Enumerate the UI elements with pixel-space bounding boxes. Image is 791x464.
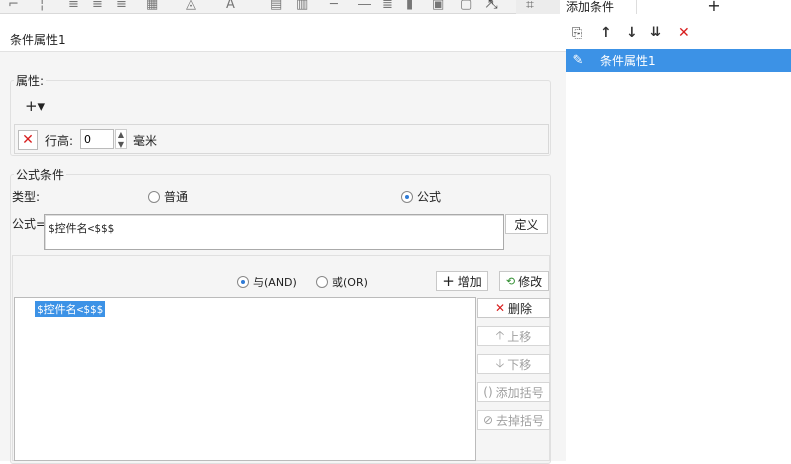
define-button-label: 定义 xyxy=(514,217,539,232)
toolbar-icon[interactable]: ¦ xyxy=(40,0,44,12)
properties-label: 属性: xyxy=(14,72,47,89)
panel-title-text: 条件属性1 xyxy=(10,33,66,47)
arrow-down-icon: 🡣 xyxy=(495,355,505,370)
modify-icon: ⟲ xyxy=(505,274,516,288)
add-dropdown-icon: +▾ xyxy=(24,97,46,115)
move-down-label: 下移 xyxy=(507,357,532,372)
add-bracket-button[interactable]: () 添加括号 xyxy=(477,382,550,402)
modify-condition-label: 修改 xyxy=(518,274,543,289)
conditions-sidebar xyxy=(566,14,791,461)
close-icon: ✕ xyxy=(22,132,34,148)
toolbar-icon[interactable]: ⌐ xyxy=(8,0,19,12)
toolbar-icon[interactable]: ▣ xyxy=(432,0,444,12)
define-button[interactable]: 定义 xyxy=(505,214,548,234)
type-label: 类型: xyxy=(12,190,41,204)
row-height-label: 行高: xyxy=(45,134,74,148)
move-up-label: 上移 xyxy=(507,329,532,344)
radio-normal[interactable]: 普通 xyxy=(148,188,188,205)
radio-or[interactable]: 或(OR) xyxy=(316,274,368,290)
toolbar-icon[interactable]: ▮ xyxy=(406,0,413,12)
font-color-icon[interactable]: A xyxy=(226,0,235,12)
radio-formula-circle xyxy=(401,190,413,203)
row-height-unit: 毫米 xyxy=(133,134,158,148)
grid-icon[interactable]: ⌗ xyxy=(526,0,534,13)
toolbar-icon[interactable]: ▢ xyxy=(460,0,472,12)
radio-formula-label: 公式 xyxy=(417,190,442,204)
radio-and[interactable]: 与(AND) xyxy=(237,274,297,290)
panel-content: 属性: +▾ ✕ 行高: ▲▼ 毫米 公式条件 类型: 普通 公式 公式= $控… xyxy=(0,52,566,464)
expand-icon[interactable]: ⤡ xyxy=(488,0,498,12)
arrow-down-icon[interactable]: ↓ xyxy=(626,25,638,41)
remove-property-button[interactable]: ✕ xyxy=(18,130,38,150)
align-left-icon[interactable]: ≡ xyxy=(68,0,79,12)
close-icon[interactable]: ✕ xyxy=(678,25,690,41)
toolbar-icon[interactable]: ─ xyxy=(330,0,338,12)
remove-bracket-button[interactable]: ⊘ 去掉括号 xyxy=(477,410,550,430)
radio-or-circle xyxy=(316,276,328,288)
condition-list-item-label: 条件属性1 xyxy=(600,54,656,68)
condition-list-item[interactable]: ✎ 条件属性1 xyxy=(566,49,791,72)
formula-label: 公式= xyxy=(12,217,47,231)
toolbar-icon[interactable]: ▦ xyxy=(146,0,158,12)
radio-and-label: 与(AND) xyxy=(253,276,297,289)
toolbar-icon[interactable]: ― xyxy=(358,0,371,12)
close-icon: ✕ xyxy=(494,301,506,315)
panel-title: 条件属性1 xyxy=(0,14,566,52)
add-property-button[interactable]: +▾ xyxy=(20,96,50,116)
radio-formula[interactable]: 公式 xyxy=(401,188,441,205)
add-condition-label: 增加 xyxy=(457,274,482,289)
tab-add-condition-label: 添加条件 xyxy=(566,0,615,14)
radio-or-label: 或(OR) xyxy=(332,276,368,289)
plus-icon: + xyxy=(442,272,455,290)
remove-bracket-label: 去掉括号 xyxy=(496,413,545,428)
toolbar-icon[interactable]: ≣ xyxy=(382,0,393,12)
remove-bracket-icon: ⊘ xyxy=(482,413,494,427)
top-toolbar: ⌐ ¦ ≡ ≡ ≡ ▦ ◬ A ▤ ▥ ─ ― ≣ ▮ ▣ ▢ ↗ xyxy=(0,0,516,14)
radio-and-circle xyxy=(237,276,249,288)
arrow-up-icon: 🡡 xyxy=(495,327,505,342)
tab-add-condition[interactable]: 添加条件 xyxy=(560,0,636,14)
sort-down-icon[interactable]: ⇊ xyxy=(650,25,661,40)
row-height-stepper[interactable]: ▲ ▼ xyxy=(115,129,127,149)
edit-icon: ✎ xyxy=(572,53,584,68)
formula-condition-label: 公式条件 xyxy=(14,166,67,183)
add-tab-button[interactable]: + xyxy=(636,0,791,14)
add-condition-button[interactable]: + 增加 xyxy=(436,271,488,291)
delete-button-label: 删除 xyxy=(508,301,533,316)
radio-normal-circle xyxy=(148,190,160,203)
plus-icon: + xyxy=(707,0,721,15)
border-icon[interactable]: ▤ xyxy=(270,0,282,12)
align-right-icon[interactable]: ≡ xyxy=(116,0,127,12)
delete-button[interactable]: ✕ 删除 xyxy=(477,298,550,318)
copy-icon[interactable]: ⎘ xyxy=(572,26,582,41)
border-icon[interactable]: ▥ xyxy=(296,0,308,12)
align-center-icon[interactable]: ≡ xyxy=(92,0,103,12)
add-bracket-label: 添加括号 xyxy=(495,385,544,400)
formula-input[interactable]: $控件名<$$$ xyxy=(44,214,504,250)
move-up-button[interactable]: 🡡 上移 xyxy=(477,326,550,346)
toolbar-separator xyxy=(516,0,566,14)
conditions-list[interactable]: $控件名<$$$ xyxy=(14,297,476,461)
row-height-input[interactable] xyxy=(80,129,114,149)
fill-icon[interactable]: ◬ xyxy=(186,0,196,12)
move-down-button[interactable]: 🡣 下移 xyxy=(477,354,550,374)
arrow-up-icon[interactable]: ↑ xyxy=(600,25,612,41)
bracket-icon: () xyxy=(483,385,493,399)
modify-condition-button[interactable]: ⟲ 修改 xyxy=(499,271,549,291)
condition-item[interactable]: $控件名<$$$ xyxy=(35,301,106,317)
formula-value: $控件名<$$$ xyxy=(48,222,115,235)
radio-normal-label: 普通 xyxy=(164,190,189,204)
